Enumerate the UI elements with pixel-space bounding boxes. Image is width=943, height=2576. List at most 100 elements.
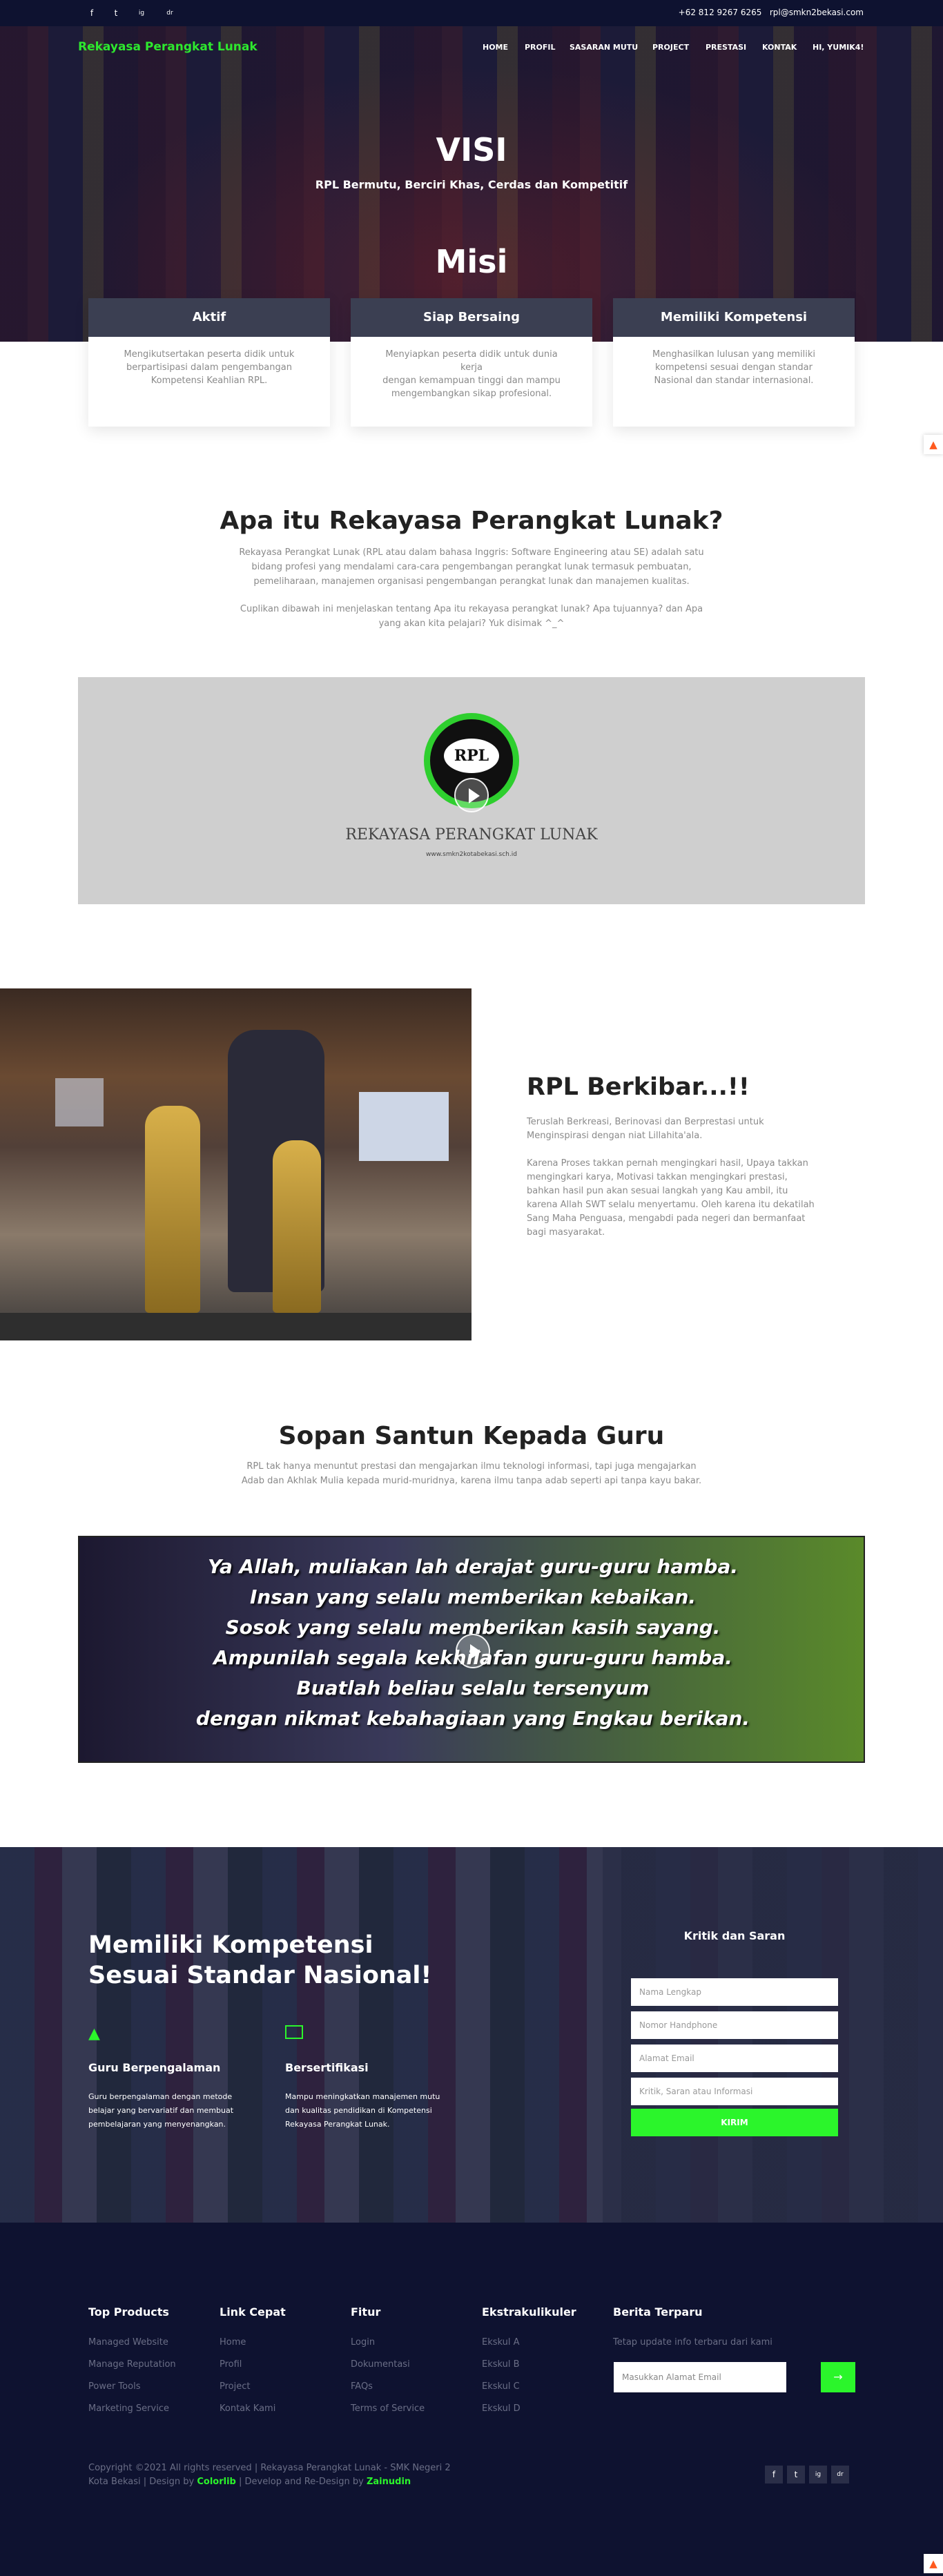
footer-link[interactable]: Dokumentasi <box>351 2359 410 2370</box>
phone-field[interactable]: Nomor Handphone <box>631 2011 838 2039</box>
certificate-icon <box>285 2025 303 2039</box>
form-title: Kritik dan Saran <box>683 1929 786 1942</box>
footer-heading: Top Products <box>88 2305 169 2319</box>
quote-line: Buatlah beliau selalu tersenyum <box>296 1677 650 1699</box>
rpl-berkibar-title: RPL Berkibar...!! <box>527 1073 750 1101</box>
submit-button[interactable]: KIRIM <box>631 2109 838 2136</box>
quote-line: Ya Allah, muliakan lah derajat guru-guru… <box>208 1555 738 1578</box>
footer-heading: Ekstrakulikuler <box>482 2305 576 2319</box>
misi-card-kompetensi: Memiliki Kompetensi Menghasilkan lulusan… <box>613 298 855 427</box>
about-title: Apa itu Rekayasa Perangkat Lunak? <box>220 507 723 535</box>
footer-link[interactable]: Login <box>351 2337 375 2348</box>
footer-link[interactable]: FAQs <box>351 2381 373 2392</box>
brand-logo[interactable]: Rekayasa Perangkat Lunak <box>78 40 257 54</box>
footer-link[interactable]: Ekskul B <box>482 2359 520 2370</box>
video-player-rpl[interactable]: RPL REKAYASA PERANGKAT LUNAK www.smkn2ko… <box>78 677 865 904</box>
message-field[interactable]: Kritik, Saran atau Informasi <box>631 2078 838 2105</box>
top-bar: f t ig dr +62 812 9267 6265 rpl@smkn2bek… <box>0 0 943 26</box>
card-title: Siap Bersaing <box>351 298 592 337</box>
contact-info: +62 812 9267 6265 rpl@smkn2bekasi.com <box>679 8 864 17</box>
graduation-cap-icon: ▲ <box>88 2025 100 2042</box>
misi-card-siap-bersaing: Siap Bersaing Menyiapkan peserta didik u… <box>351 298 592 427</box>
video-caption: REKAYASA PERANGKAT LUNAK <box>345 826 598 843</box>
footer-link[interactable]: Ekskul C <box>482 2381 520 2392</box>
footer-heading: Fitur <box>351 2305 381 2319</box>
newsletter-submit-button[interactable]: → <box>821 2362 855 2392</box>
sopan-title: Sopan Santun Kepada Guru <box>278 1422 665 1450</box>
card-title: Memiliki Kompetensi <box>613 298 855 337</box>
card-title: Aktif <box>88 298 330 337</box>
email-text[interactable]: rpl@smkn2bekasi.com <box>770 8 864 17</box>
instagram-icon[interactable]: ig <box>135 7 148 19</box>
card-line: kompetensi sesuai dengan standar <box>655 362 813 373</box>
play-icon[interactable] <box>456 1634 490 1668</box>
feature-text: Mampu meningkatkan manajemen mutu dan kua… <box>285 2092 440 2129</box>
footer-link[interactable]: Power Tools <box>88 2381 140 2392</box>
competence-title: Memiliki Kompetensi Sesuai Standar Nasion… <box>88 1931 432 1989</box>
feature-title: Guru Berpengalaman <box>88 2061 221 2074</box>
feature-text: Guru berpengalaman dengan metode belajar … <box>88 2092 234 2129</box>
footer-heading: Berita Terparu <box>613 2305 703 2319</box>
footer-heading: Link Cepat <box>220 2305 286 2319</box>
about-paragraph-1: Rekayasa Perangkat Lunak (RPL atau dalam… <box>239 547 704 587</box>
footer-link[interactable]: Ekskul D <box>482 2403 521 2414</box>
misi-title: Misi <box>435 243 508 280</box>
card-line: mengembangkan sikap profesional. <box>391 389 552 399</box>
visi-title: VISI <box>436 131 507 168</box>
nav-kontak[interactable]: KONTAK <box>762 43 797 52</box>
phone-text[interactable]: +62 812 9267 6265 <box>679 8 762 17</box>
footer-link[interactable]: Terms of Service <box>351 2403 425 2414</box>
nav-home[interactable]: HOME <box>483 43 508 52</box>
nav-user-greeting[interactable]: HI, YUMIK4! <box>813 43 864 52</box>
card-line: Menyiapkan peserta didik untuk dunia ker… <box>385 349 558 373</box>
footer-link[interactable]: Marketing Service <box>88 2403 169 2414</box>
newsletter-text: Tetap update info terbaru dari kami <box>613 2337 772 2348</box>
card-line: Menghasilkan lulusan yang memiliki <box>652 349 815 360</box>
feature-title: Bersertifikasi <box>285 2061 369 2074</box>
instagram-icon[interactable]: ig <box>809 2466 827 2484</box>
dribbble-icon[interactable]: dr <box>164 7 176 19</box>
facebook-icon[interactable]: f <box>86 7 98 19</box>
card-line: dengan kemampuan tinggi dan mampu <box>382 375 561 386</box>
name-field[interactable]: Nama Lengkap <box>631 1978 838 2006</box>
about-paragraph-2: Cuplikan dibawah ini menjelaskan tentang… <box>240 604 703 629</box>
dribbble-icon[interactable]: dr <box>831 2466 849 2484</box>
footer-link[interactable]: Home <box>220 2337 246 2348</box>
footer-link[interactable]: Manage Reputation <box>88 2359 176 2370</box>
nav-project[interactable]: PROJECT <box>652 43 689 52</box>
footer <box>0 2223 943 2576</box>
card-line: Nasional dan standar internasional. <box>654 375 814 386</box>
author-link[interactable]: Zainudin <box>367 2477 411 2487</box>
footer-link[interactable]: Kontak Kami <box>220 2403 275 2414</box>
facebook-icon[interactable]: f <box>765 2466 783 2484</box>
nav-profil[interactable]: PROFIL <box>525 43 556 52</box>
twitter-icon[interactable]: t <box>110 7 122 19</box>
twitter-icon[interactable]: t <box>787 2466 805 2484</box>
colorlib-link[interactable]: Colorlib <box>197 2477 236 2487</box>
copyright: Copyright ©2021 All rights reserved | Re… <box>88 2463 451 2487</box>
rpl-paragraph-1: Teruslah Berkreasi, Berinovasi dan Berpr… <box>527 1117 764 1141</box>
visi-text: RPL Bermutu, Berciri Khas, Cerdas dan Ko… <box>315 178 628 191</box>
misi-card-aktif: Aktif Mengikutsertakan peserta didik unt… <box>88 298 330 427</box>
video-player-sopan[interactable]: Ya Allah, muliakan lah derajat guru-guru… <box>78 1536 865 1763</box>
newsletter-email-input[interactable]: Masukkan Alamat Email <box>614 2362 786 2392</box>
sopan-paragraph: RPL tak hanya menuntut prestasi dan meng… <box>241 1461 702 1486</box>
footer-link[interactable]: Managed Website <box>88 2337 168 2348</box>
card-line: Mengikutsertakan peserta didik untuk <box>124 349 295 360</box>
footer-link[interactable]: Ekskul A <box>482 2337 520 2348</box>
email-field[interactable]: Alamat Email <box>631 2045 838 2072</box>
quote-line: dengan nikmat kebahagiaan yang Engkau be… <box>195 1707 750 1730</box>
quote-line: Insan yang selalu memberikan kebaikan. <box>249 1585 697 1608</box>
video-url: www.smkn2kotabekasi.sch.id <box>426 851 517 858</box>
fire-icon[interactable]: ▲ <box>924 435 943 454</box>
card-line: Kompetensi Keahlian RPL. <box>150 375 268 386</box>
trophy-photo <box>0 988 471 1340</box>
rpl-paragraph-2: Karena Proses takkan pernah mengingkari … <box>527 1158 815 1238</box>
fire-icon[interactable]: ▲ <box>924 2554 943 2573</box>
play-icon[interactable] <box>454 778 489 812</box>
nav-prestasi[interactable]: PRESTASI <box>706 43 746 52</box>
card-line: berpartisipasi dalam pengembangan <box>126 362 292 373</box>
footer-link[interactable]: Project <box>220 2381 250 2392</box>
footer-link[interactable]: Profil <box>220 2359 242 2370</box>
nav-sasaran-mutu[interactable]: SASARAN MUTU <box>570 43 638 52</box>
